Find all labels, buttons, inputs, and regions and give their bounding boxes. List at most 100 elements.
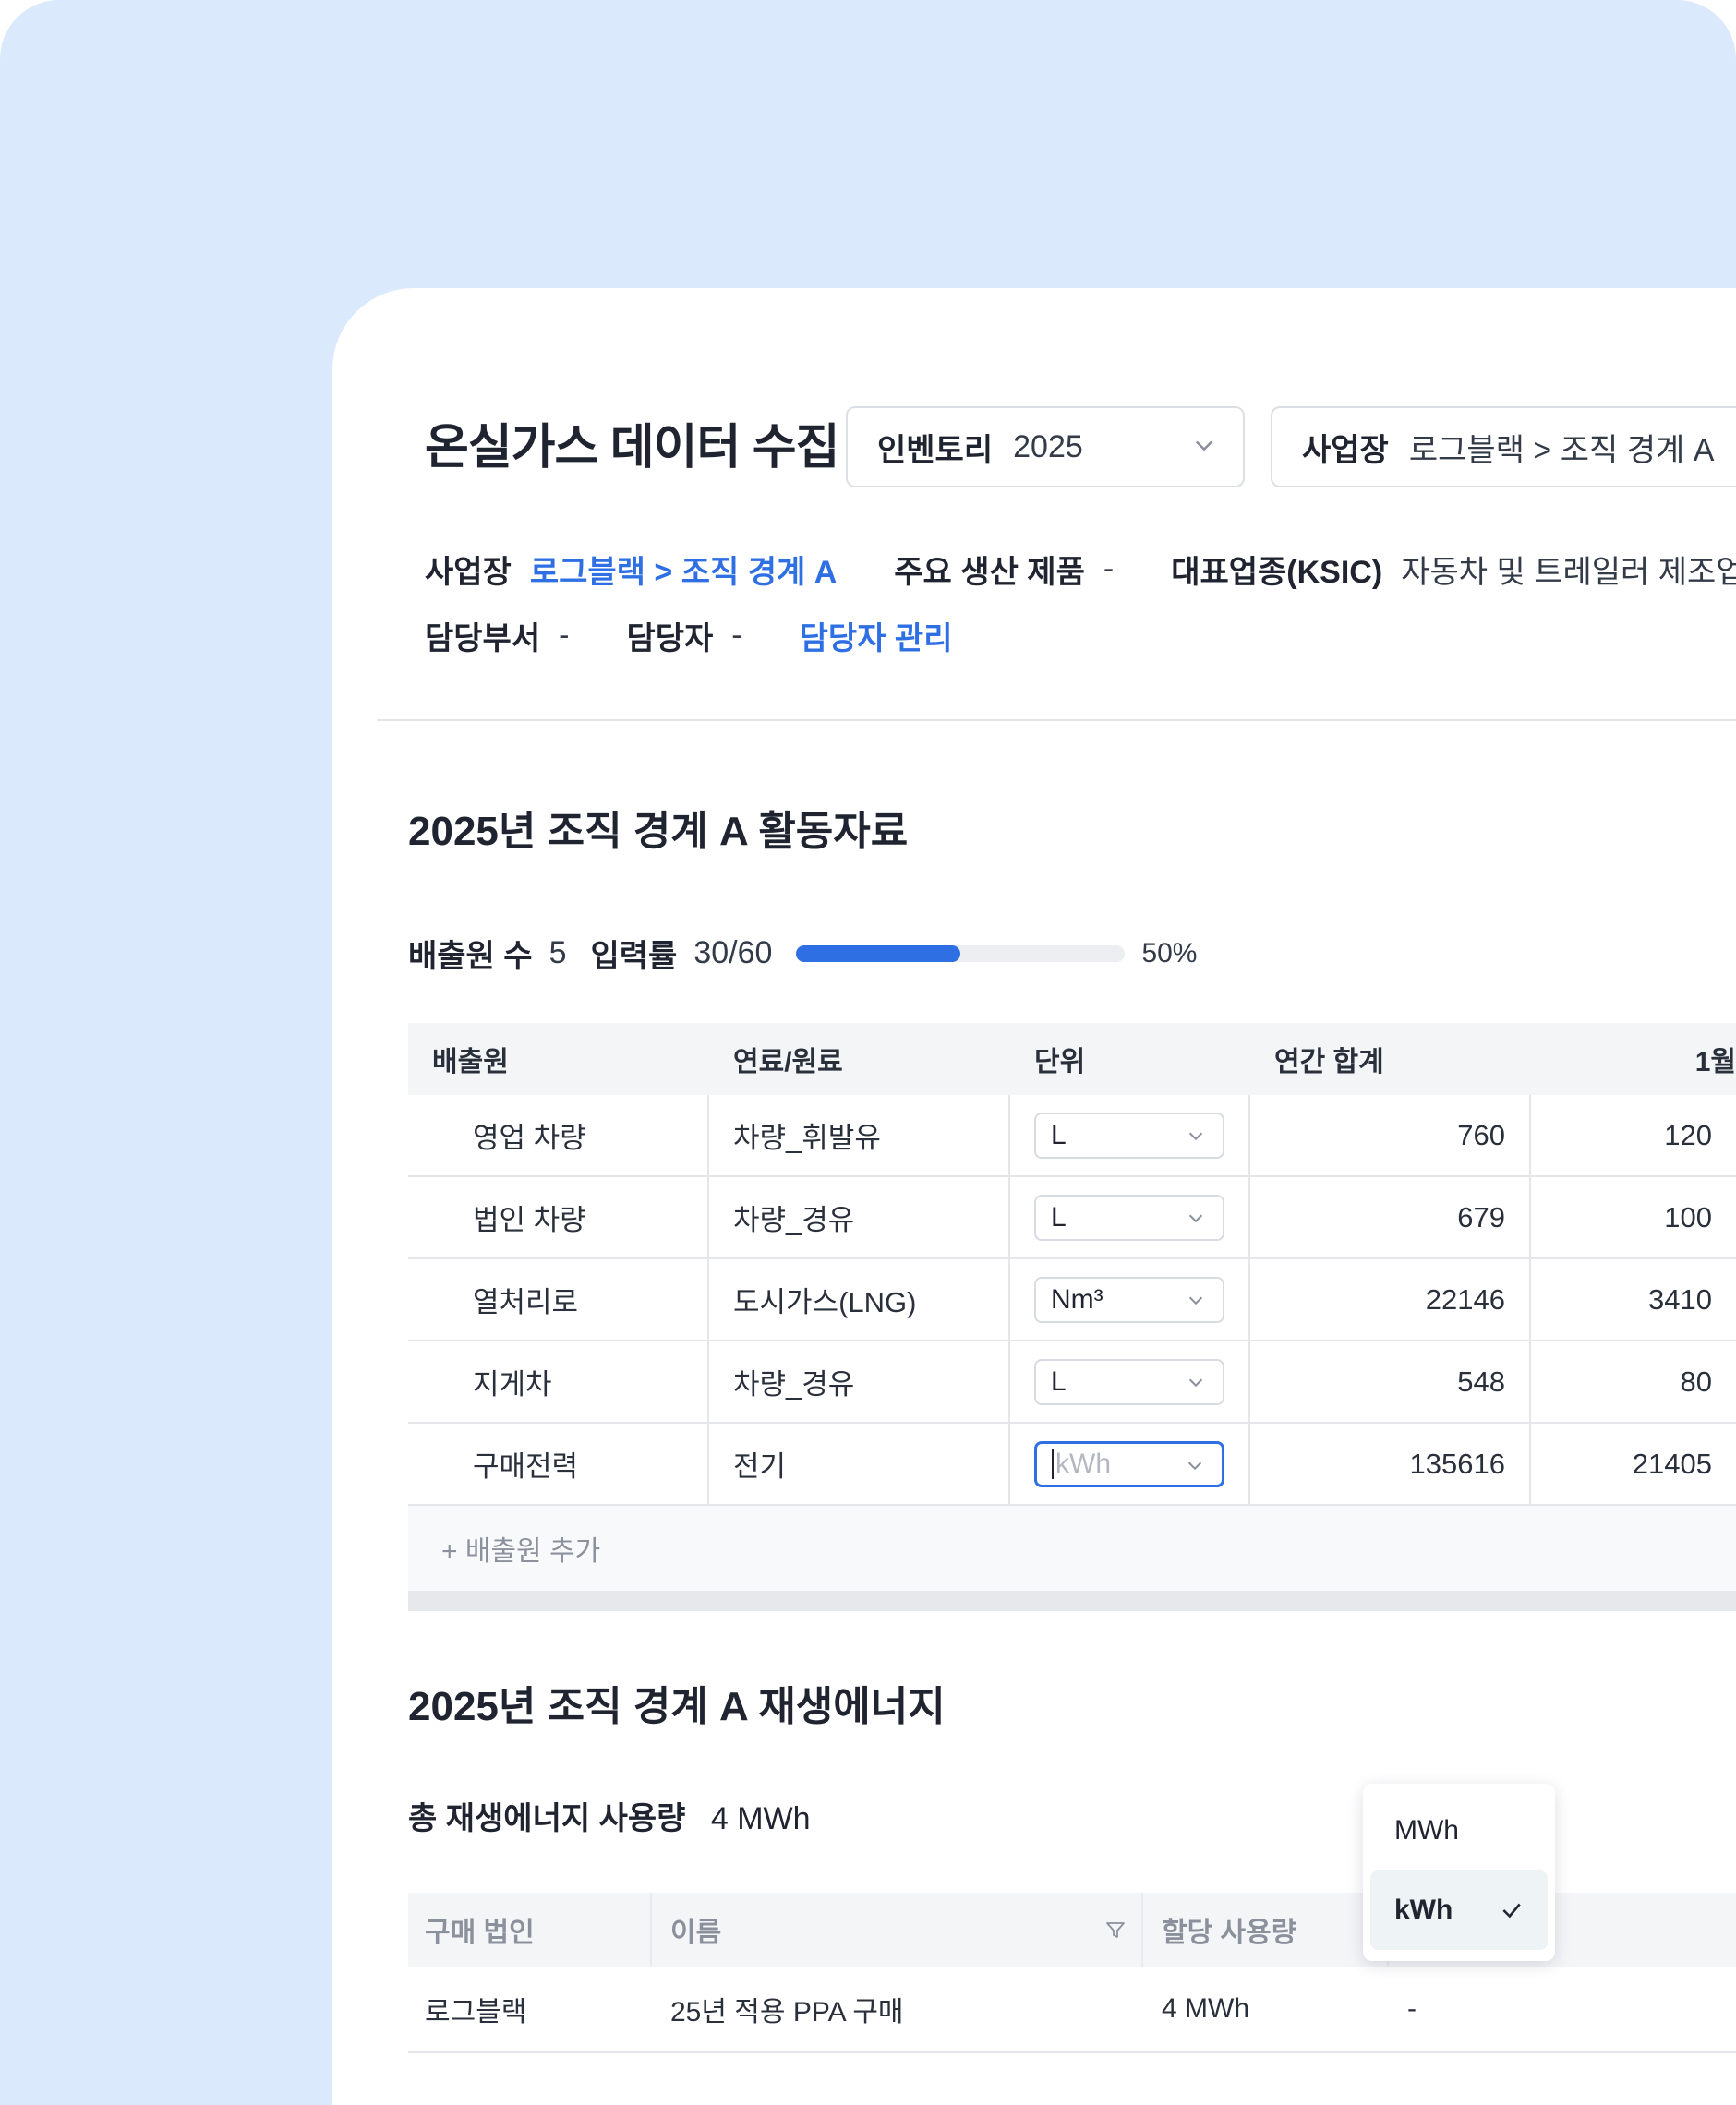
source-cell[interactable]: 법인 차량 xyxy=(408,1177,709,1257)
chevron-down-icon xyxy=(1187,1461,1202,1470)
site-select-label: 사업장 xyxy=(1302,432,1389,468)
horizontal-scrollbar[interactable] xyxy=(408,1591,1736,1611)
unit-value: L xyxy=(1051,1201,1067,1233)
unit-cell: Nm³ xyxy=(1010,1259,1250,1340)
column-header[interactable]: 구매 법인 xyxy=(408,1893,652,1967)
rate-key: 입력률 xyxy=(590,939,678,974)
table-row: 법인 차량 차량_경유 L 679 100 xyxy=(408,1177,1736,1259)
column-header[interactable]: 연료/원료 xyxy=(709,1023,1010,1095)
product-value: - xyxy=(1103,551,1115,586)
inventory-select[interactable]: 인벤토리 2025 xyxy=(846,406,1245,487)
manage-manager-link[interactable]: 담당자 관리 xyxy=(800,613,953,658)
fuel-cell[interactable]: 전기 xyxy=(709,1424,1010,1504)
unit-select[interactable]: L xyxy=(1034,1194,1224,1241)
column-header[interactable]: 1월 xyxy=(1531,1023,1736,1095)
table-row: 열처리로 도시가스(LNG) Nm³ 22146 3410 xyxy=(408,1259,1736,1341)
unit-option-kwh[interactable]: kWh xyxy=(1370,1870,1548,1950)
column-header[interactable]: 할당 사용량 xyxy=(1143,1893,1389,1967)
fuel-cell[interactable]: 차량_경유 xyxy=(709,1177,1010,1257)
fuel-cell[interactable]: 차량_경유 xyxy=(709,1341,1010,1422)
inventory-select-value: 2025 xyxy=(1013,428,1083,464)
rate-value: 30/60 xyxy=(693,935,773,970)
table-row: 로그블랙 25년 적용 PPA 구매 4 MWh - xyxy=(408,1967,1736,2053)
check-icon xyxy=(1502,1903,1521,1919)
unit-cell: L xyxy=(1010,1177,1250,1257)
total-cell[interactable]: 22146 xyxy=(1250,1259,1531,1340)
fuel-cell[interactable]: 도시가스(LNG) xyxy=(709,1259,1010,1340)
source-cell[interactable]: 지게차 xyxy=(408,1341,709,1422)
unit-option-label: kWh xyxy=(1394,1894,1453,1925)
emitters-value: 5 xyxy=(549,935,567,970)
page-title: 온실가스 데이터 수집 xyxy=(425,421,839,475)
ksic-key: 대표업종(KSIC) xyxy=(1171,555,1383,590)
column-header-label: 이름 xyxy=(670,1918,722,1948)
description-cell[interactable]: - xyxy=(1389,1967,1736,2051)
column-header[interactable]: 이름 xyxy=(652,1893,1143,1967)
ksic-value: 자동차 및 트레일러 제조업 xyxy=(1401,555,1736,590)
fuel-cell[interactable]: 차량_휘발유 xyxy=(709,1095,1010,1175)
inventory-select-label: 인벤토리 xyxy=(877,432,994,468)
progress-summary: 배출원 수 5 입력률 30/60 50% xyxy=(408,931,1197,976)
main-card: 온실가스 데이터 수집 인벤토리 2025 사업장 로그블랙 > 조직 경계 A… xyxy=(332,288,1736,2105)
add-emitter-button[interactable]: + 배출원 추가 xyxy=(408,1506,1736,1591)
table-row: 지게차 차량_경유 L 548 80 xyxy=(408,1341,1736,1424)
column-header[interactable]: 단위 xyxy=(1010,1023,1250,1095)
activity-section-title: 2025년 조직 경계 A 활동자료 xyxy=(408,809,909,854)
column-header[interactable]: 배출원 xyxy=(408,1023,709,1095)
unit-value: L xyxy=(1051,1365,1067,1397)
unit-placeholder: kWh xyxy=(1055,1448,1111,1479)
source-cell[interactable]: 영업 차량 xyxy=(408,1095,709,1175)
site-key: 사업장 xyxy=(425,555,512,590)
jan-cell[interactable]: 3410 xyxy=(1531,1259,1736,1340)
site-link[interactable]: 로그블랙 > 조직 경계 A xyxy=(530,547,837,592)
site-meta-row: 사업장 로그블랙 > 조직 경계 A 주요 생산 제품 - 대표업종(KSIC)… xyxy=(425,547,1736,592)
table-row: 구매전력 전기 kWh 135616 21405 xyxy=(408,1424,1736,1506)
jan-cell[interactable]: 120 xyxy=(1531,1095,1736,1175)
unit-select-open[interactable]: kWh xyxy=(1034,1440,1224,1487)
unit-select[interactable]: L xyxy=(1034,1112,1224,1159)
total-cell[interactable]: 679 xyxy=(1250,1177,1531,1257)
entity-cell[interactable]: 로그블랙 xyxy=(408,1967,652,2051)
chevron-down-icon xyxy=(1188,1132,1203,1140)
activity-table-header: 배출원 연료/원료 단위 연간 합계 1월 xyxy=(408,1023,1736,1095)
chevron-down-icon xyxy=(1188,1214,1203,1222)
filter-icon[interactable] xyxy=(1104,1919,1127,1941)
emitters-key: 배출원 수 xyxy=(408,939,533,974)
total-cell[interactable]: 135616 xyxy=(1250,1424,1531,1504)
product-key: 주요 생산 제품 xyxy=(894,555,1085,590)
unit-cell: L xyxy=(1010,1095,1250,1175)
manager-meta-row: 담당부서 - 담당자 - 담당자 관리 xyxy=(425,613,952,658)
jan-cell[interactable]: 100 xyxy=(1531,1177,1736,1257)
renewable-total-value: 4 MWh xyxy=(710,1801,811,1836)
site-select[interactable]: 사업장 로그블랙 > 조직 경계 A xyxy=(1271,406,1736,487)
activity-table: 배출원 연료/원료 단위 연간 합계 1월 영업 차량 차량_휘발유 L 760… xyxy=(408,1023,1736,1611)
column-header[interactable]: 연간 합계 xyxy=(1250,1023,1531,1095)
jan-cell[interactable]: 21405 xyxy=(1531,1424,1736,1504)
dept-value: - xyxy=(559,618,570,653)
unit-value: Nm³ xyxy=(1051,1283,1103,1315)
chevron-down-icon xyxy=(1195,440,1213,451)
total-cell[interactable]: 548 xyxy=(1250,1341,1531,1422)
unit-cell: L xyxy=(1010,1341,1250,1422)
total-cell[interactable]: 760 xyxy=(1250,1095,1531,1175)
unit-select[interactable]: Nm³ xyxy=(1034,1276,1224,1323)
manager-value: - xyxy=(731,618,742,653)
name-cell[interactable]: 25년 적용 PPA 구매 xyxy=(652,1967,1143,2051)
renewable-section-title: 2025년 조직 경계 A 재생에너지 xyxy=(408,1684,946,1729)
unit-dropdown-menu: MWh kWh xyxy=(1363,1784,1555,1961)
progress-bar-fill xyxy=(796,944,961,962)
source-cell[interactable]: 구매전력 xyxy=(408,1424,709,1504)
unit-cell: kWh xyxy=(1010,1424,1250,1504)
renewable-total-key: 총 재생에너지 사용량 xyxy=(408,1801,686,1836)
unit-select[interactable]: L xyxy=(1034,1358,1224,1405)
unit-option-mwh[interactable]: MWh xyxy=(1370,1791,1548,1870)
dept-key: 담당부서 xyxy=(425,621,541,656)
table-row: 영업 차량 차량_휘발유 L 760 120 xyxy=(408,1095,1736,1177)
site-select-value: 로그블랙 > 조직 경계 A xyxy=(1408,432,1715,468)
manager-key: 담당자 xyxy=(626,621,714,656)
progress-percent: 50% xyxy=(1141,937,1198,968)
chevron-down-icon xyxy=(1188,1296,1203,1305)
source-cell[interactable]: 열처리로 xyxy=(408,1259,709,1340)
jan-cell[interactable]: 80 xyxy=(1531,1341,1736,1422)
amount-cell[interactable]: 4 MWh xyxy=(1143,1967,1389,2051)
